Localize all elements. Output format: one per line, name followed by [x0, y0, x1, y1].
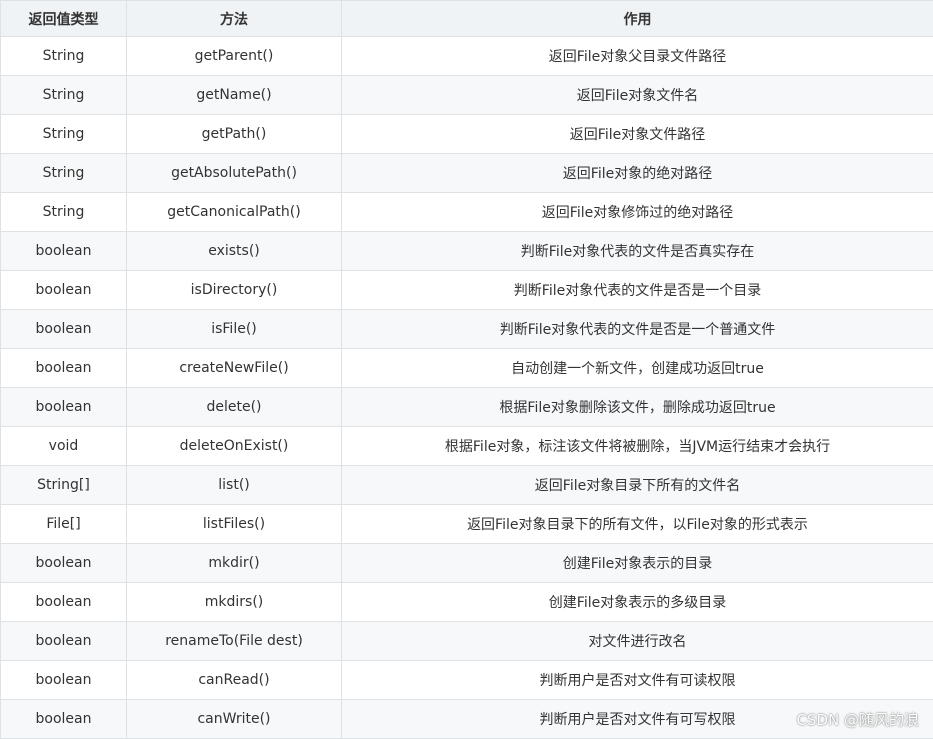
table-row: booleancreateNewFile()自动创建一个新文件，创建成功返回tr… — [1, 349, 933, 388]
purpose-cell: 创建File对象表示的目录 — [342, 544, 933, 583]
return-type-cell: String — [1, 37, 127, 76]
purpose-cell: 返回File对象的绝对路径 — [342, 154, 933, 193]
table-row: booleanrenameTo(File dest)对文件进行改名 — [1, 622, 933, 661]
purpose-cell: 判断File对象代表的文件是否是一个普通文件 — [342, 310, 933, 349]
purpose-cell: 返回File对象目录下的所有文件，以File对象的形式表示 — [342, 505, 933, 544]
purpose-cell: 对文件进行改名 — [342, 622, 933, 661]
table-row: booleancanWrite()判断用户是否对文件有可写权限 — [1, 700, 933, 739]
table-row: booleancanRead()判断用户是否对文件有可读权限 — [1, 661, 933, 700]
header-method: 方法 — [127, 1, 342, 37]
table-row: StringgetCanonicalPath()返回File对象修饰过的绝对路径 — [1, 193, 933, 232]
method-cell: getName() — [127, 76, 342, 115]
table-header: 返回值类型 方法 作用 — [1, 1, 933, 37]
return-type-cell: String[] — [1, 466, 127, 505]
method-cell: mkdir() — [127, 544, 342, 583]
table-body: StringgetParent()返回File对象父目录文件路径Stringge… — [1, 37, 933, 739]
return-type-cell: boolean — [1, 700, 127, 739]
return-type-cell: String — [1, 115, 127, 154]
return-type-cell: File[] — [1, 505, 127, 544]
purpose-cell: 判断用户是否对文件有可写权限 — [342, 700, 933, 739]
file-methods-table: 返回值类型 方法 作用 StringgetParent()返回File对象父目录… — [0, 0, 933, 739]
return-type-cell: void — [1, 427, 127, 466]
table-row: String[]list()返回File对象目录下所有的文件名 — [1, 466, 933, 505]
method-cell: canWrite() — [127, 700, 342, 739]
table-row: booleanisDirectory()判断File对象代表的文件是否是一个目录 — [1, 271, 933, 310]
method-cell: getAbsolutePath() — [127, 154, 342, 193]
method-cell: isFile() — [127, 310, 342, 349]
method-cell: delete() — [127, 388, 342, 427]
purpose-cell: 判断File对象代表的文件是否真实存在 — [342, 232, 933, 271]
return-type-cell: boolean — [1, 583, 127, 622]
header-return-type: 返回值类型 — [1, 1, 127, 37]
method-cell: deleteOnExist() — [127, 427, 342, 466]
return-type-cell: boolean — [1, 661, 127, 700]
purpose-cell: 返回File对象目录下所有的文件名 — [342, 466, 933, 505]
return-type-cell: boolean — [1, 544, 127, 583]
purpose-cell: 自动创建一个新文件，创建成功返回true — [342, 349, 933, 388]
purpose-cell: 返回File对象文件名 — [342, 76, 933, 115]
return-type-cell: String — [1, 76, 127, 115]
method-cell: renameTo(File dest) — [127, 622, 342, 661]
table-row: StringgetParent()返回File对象父目录文件路径 — [1, 37, 933, 76]
return-type-cell: boolean — [1, 388, 127, 427]
table-row: booleanexists()判断File对象代表的文件是否真实存在 — [1, 232, 933, 271]
method-cell: exists() — [127, 232, 342, 271]
return-type-cell: boolean — [1, 349, 127, 388]
method-cell: isDirectory() — [127, 271, 342, 310]
table-row: booleanmkdirs()创建File对象表示的多级目录 — [1, 583, 933, 622]
method-cell: listFiles() — [127, 505, 342, 544]
table-row: StringgetPath()返回File对象文件路径 — [1, 115, 933, 154]
table-row: StringgetName()返回File对象文件名 — [1, 76, 933, 115]
method-cell: mkdirs() — [127, 583, 342, 622]
purpose-cell: 判断用户是否对文件有可读权限 — [342, 661, 933, 700]
method-cell: getCanonicalPath() — [127, 193, 342, 232]
return-type-cell: boolean — [1, 310, 127, 349]
purpose-cell: 返回File对象修饰过的绝对路径 — [342, 193, 933, 232]
header-row: 返回值类型 方法 作用 — [1, 1, 933, 37]
header-purpose: 作用 — [342, 1, 933, 37]
method-cell: getParent() — [127, 37, 342, 76]
purpose-cell: 根据File对象删除该文件，删除成功返回true — [342, 388, 933, 427]
purpose-cell: 判断File对象代表的文件是否是一个目录 — [342, 271, 933, 310]
method-cell: list() — [127, 466, 342, 505]
purpose-cell: 创建File对象表示的多级目录 — [342, 583, 933, 622]
purpose-cell: 根据File对象，标注该文件将被删除，当JVM运行结束才会执行 — [342, 427, 933, 466]
method-cell: createNewFile() — [127, 349, 342, 388]
return-type-cell: boolean — [1, 622, 127, 661]
table-row: booleandelete()根据File对象删除该文件，删除成功返回true — [1, 388, 933, 427]
method-cell: getPath() — [127, 115, 342, 154]
table-row: booleanisFile()判断File对象代表的文件是否是一个普通文件 — [1, 310, 933, 349]
method-cell: canRead() — [127, 661, 342, 700]
return-type-cell: boolean — [1, 232, 127, 271]
table-row: voiddeleteOnExist()根据File对象，标注该文件将被删除，当J… — [1, 427, 933, 466]
table-row: booleanmkdir()创建File对象表示的目录 — [1, 544, 933, 583]
purpose-cell: 返回File对象文件路径 — [342, 115, 933, 154]
return-type-cell: String — [1, 193, 127, 232]
purpose-cell: 返回File对象父目录文件路径 — [342, 37, 933, 76]
return-type-cell: String — [1, 154, 127, 193]
table-row: StringgetAbsolutePath()返回File对象的绝对路径 — [1, 154, 933, 193]
table-row: File[]listFiles()返回File对象目录下的所有文件，以File对… — [1, 505, 933, 544]
return-type-cell: boolean — [1, 271, 127, 310]
